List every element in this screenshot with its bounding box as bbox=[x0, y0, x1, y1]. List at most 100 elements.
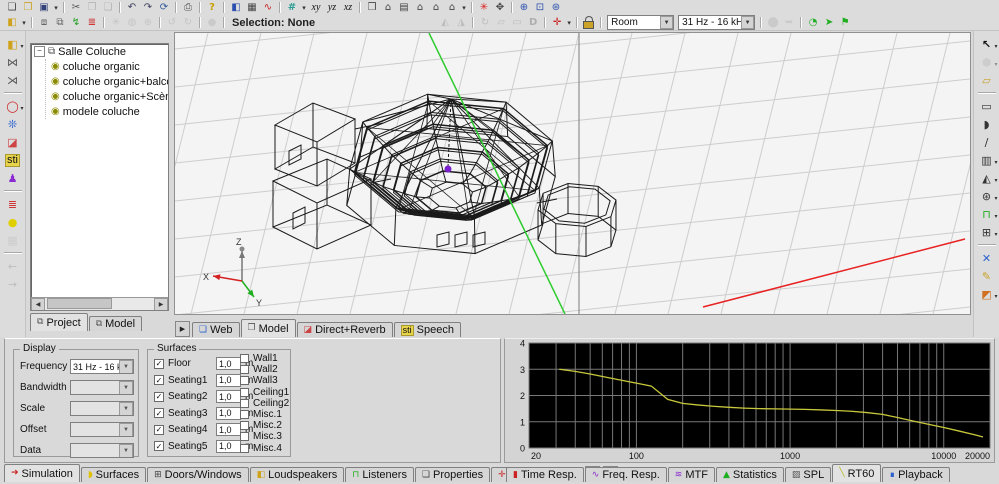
tree-item[interactable]: ◉ modele coluche bbox=[48, 104, 168, 119]
listener-head-button[interactable]: ♟ bbox=[1, 169, 25, 187]
tab-model[interactable]: ❐ Model bbox=[240, 319, 296, 337]
crosshair-more-dropdown-icon[interactable]: ▾ bbox=[565, 19, 573, 27]
3d-viewport[interactable]: X Y Z bbox=[174, 32, 971, 315]
surface-seating2-value-input[interactable]: 1,0 bbox=[216, 390, 241, 403]
sti-button[interactable]: sti bbox=[1, 151, 25, 169]
frequency-arrow-icon[interactable]: ▼ bbox=[119, 360, 133, 373]
draw-cylinder-button[interactable]: ▥ ▾ bbox=[975, 151, 999, 169]
tab-playback[interactable]: ∎ Playback bbox=[882, 467, 950, 482]
room-view-3-button[interactable]: ⌂ bbox=[428, 1, 444, 14]
surface-seating5-checkbox[interactable]: ✓ bbox=[154, 441, 164, 451]
flag-button[interactable]: ⚑ bbox=[837, 16, 853, 29]
edit-material-button[interactable]: ✎ bbox=[975, 267, 999, 285]
surface-seating1-checkbox[interactable]: ✓ bbox=[154, 375, 164, 385]
plane-xz-button[interactable]: xz bbox=[340, 1, 356, 14]
tree-scroll-thumb[interactable] bbox=[47, 298, 113, 309]
surface-seating4-value-input[interactable]: 1,0 bbox=[216, 423, 241, 436]
tab-speech[interactable]: sti Speech bbox=[393, 322, 461, 337]
save-button[interactable]: ▣ bbox=[36, 1, 52, 14]
surface-floor-value-input[interactable]: 1,0 bbox=[216, 357, 241, 370]
room-view-1-button[interactable]: ⌂ bbox=[380, 1, 396, 14]
scroll-right-icon[interactable]: ▶ bbox=[154, 298, 168, 310]
tab-simulation[interactable]: ➜ Simulation bbox=[4, 464, 80, 482]
tree-scroll-track[interactable] bbox=[45, 298, 154, 310]
open-button[interactable]: ❒ bbox=[20, 1, 36, 14]
draw-sphere-button[interactable]: ⊛ ▾ bbox=[975, 187, 999, 205]
align-a-button[interactable]: ⧈ bbox=[36, 16, 52, 29]
surface-seating2-checkbox[interactable]: ✓ bbox=[154, 391, 164, 402]
listener-dot[interactable] bbox=[444, 165, 452, 173]
freq-combo-arrow-icon[interactable]: ▼ bbox=[741, 16, 755, 29]
room-view-2-button[interactable]: ⌂ bbox=[412, 1, 428, 14]
door-window-button[interactable]: ⊞ ▾ bbox=[975, 223, 999, 241]
rt60-chart[interactable]: 4 3 2 1 0 20 100 1000 10000 20000 bbox=[505, 339, 994, 462]
draw-sphere-dropdown-icon[interactable]: ▾ bbox=[993, 195, 999, 202]
pan-hand-button[interactable]: ✥ bbox=[492, 1, 508, 14]
surface-misc.3-checkbox[interactable] bbox=[240, 432, 249, 442]
tab-spl[interactable]: ▨ SPL bbox=[784, 467, 832, 482]
draw-cone-button[interactable]: ◭ ▾ bbox=[975, 169, 999, 187]
material-map-button[interactable]: ◩ ▾ bbox=[975, 285, 999, 303]
surface-seating3-checkbox[interactable]: ✓ bbox=[154, 408, 164, 418]
traffic-light-button[interactable]: ≣ bbox=[1, 195, 25, 213]
grid-more-dropdown-icon[interactable]: ▾ bbox=[300, 4, 308, 12]
speaker-mini-button[interactable]: ◧ ▾ bbox=[1, 35, 25, 53]
tab-model[interactable]: ⧉ Model bbox=[88, 316, 143, 331]
tab-freq-resp[interactable]: ∿ Freq. Resp. bbox=[584, 467, 667, 482]
surface-wall1-checkbox[interactable] bbox=[240, 354, 249, 363]
select-cursor-dropdown-icon[interactable]: ▾ bbox=[993, 43, 999, 50]
seat-dropdown-icon[interactable]: ▾ bbox=[993, 213, 999, 220]
tree-item[interactable]: ◉ coluche organic+Scène bbox=[48, 89, 168, 104]
surface-ceiling1-checkbox[interactable] bbox=[240, 387, 249, 397]
room-stack-button[interactable]: ▤ bbox=[396, 1, 412, 14]
chart-view-button[interactable]: ∿ bbox=[260, 1, 276, 14]
material-map-dropdown-icon[interactable]: ▾ bbox=[993, 293, 999, 300]
no-material-button[interactable]: ✕ bbox=[975, 249, 999, 267]
tree-horizontal-scrollbar[interactable]: ◀ ▶ bbox=[31, 297, 168, 310]
help-button[interactable]: ? bbox=[204, 1, 220, 14]
area-ellipse-dropdown-icon[interactable]: ▾ bbox=[19, 105, 26, 112]
door-window-dropdown-icon[interactable]: ▾ bbox=[993, 231, 999, 238]
area-ellipse-button[interactable]: ◯ ▾ bbox=[1, 97, 25, 115]
phase-button[interactable]: ↯ bbox=[68, 16, 84, 29]
tab-statistics[interactable]: ▲ Statistics bbox=[715, 467, 784, 482]
crosshair-button[interactable]: ✛ bbox=[549, 16, 565, 29]
surface-misc.4-checkbox[interactable] bbox=[240, 443, 249, 453]
surface-misc.2-checkbox[interactable] bbox=[240, 421, 249, 431]
room-more-dropdown-icon[interactable]: ▾ bbox=[460, 4, 468, 12]
project-tree[interactable]: − ⧉ Salle Coluche ◉ coluche organic ◉ coluche … bbox=[30, 43, 169, 311]
draw-cylinder-dropdown-icon[interactable]: ▾ bbox=[993, 159, 999, 166]
room-view-4-button[interactable]: ⌂ bbox=[444, 1, 460, 14]
lamp-button[interactable]: ● bbox=[1, 213, 25, 231]
surface-floor-checkbox[interactable]: ✓ bbox=[154, 358, 164, 369]
walk-button[interactable]: ◔ bbox=[805, 16, 821, 29]
freq-combo[interactable]: 31 Hz - 16 kH ▼ bbox=[678, 15, 756, 30]
surface-misc.1-checkbox[interactable] bbox=[240, 410, 249, 419]
surface-ceiling2-checkbox[interactable] bbox=[240, 398, 249, 408]
undo-button[interactable]: ↶ bbox=[124, 1, 140, 14]
tab-time-resp[interactable]: ▮ Time Resp. bbox=[506, 467, 584, 482]
table-view-button[interactable]: ▦ bbox=[244, 1, 260, 14]
run-button[interactable]: ➤ bbox=[821, 16, 837, 29]
speaker-pair-a-button[interactable]: ⋈ bbox=[1, 53, 25, 71]
viewport-tab-scroll-icon[interactable]: ▶ bbox=[175, 321, 190, 337]
print-button[interactable]: ⎙ bbox=[180, 1, 196, 14]
zoom-extents-button[interactable]: ⊛ bbox=[548, 1, 564, 14]
levels-button[interactable]: ≣ bbox=[84, 16, 100, 29]
tree-item[interactable]: ◉ coluche organic bbox=[48, 59, 168, 74]
tab-surfaces[interactable]: ◗ Surfaces bbox=[80, 467, 147, 482]
surface-seating1-value-input[interactable]: 1,0 bbox=[216, 373, 241, 387]
origin-star-button[interactable]: ✳ bbox=[476, 1, 492, 14]
select-cursor-button[interactable]: ↖ ▾ bbox=[975, 35, 999, 53]
redo-button[interactable]: ↷ bbox=[140, 1, 156, 14]
tree-collapse-icon[interactable]: − bbox=[34, 46, 45, 57]
tab-direct-reverb[interactable]: ◪ Direct+Reverb bbox=[296, 322, 393, 337]
tab-listeners[interactable]: ⊓ Listeners bbox=[345, 467, 414, 482]
panel-toggle-button[interactable]: ◧ bbox=[228, 1, 244, 14]
new-button[interactable]: ❏ bbox=[4, 1, 20, 14]
mapping-button[interactable]: ◪ bbox=[1, 133, 25, 151]
refresh-button[interactable]: ⟳ bbox=[156, 1, 172, 14]
3d-viewport-canvas[interactable]: X Y Z bbox=[175, 33, 970, 314]
tab-mtf[interactable]: ≋ MTF bbox=[667, 467, 715, 482]
room-combo[interactable]: Room ▼ bbox=[607, 15, 675, 30]
